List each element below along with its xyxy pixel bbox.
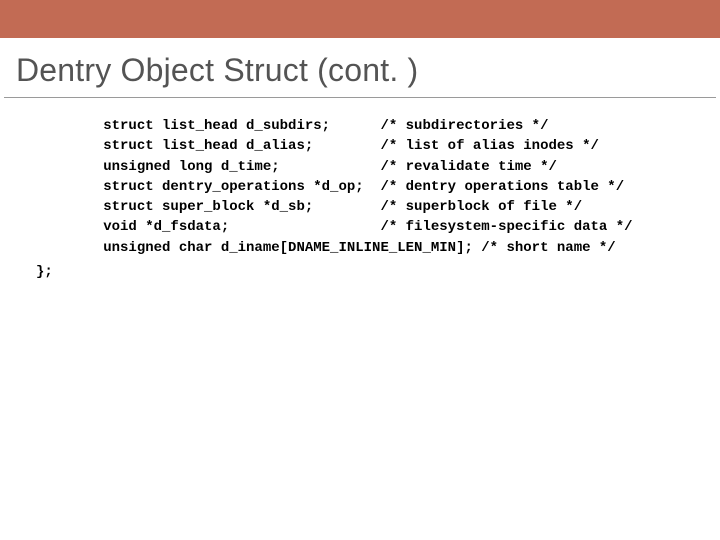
code-block: struct list_head d_subdirs; /* subdirect…: [0, 98, 720, 258]
code-text: struct list_head d_subdirs; /* subdirect…: [36, 116, 720, 258]
slide: Dentry Object Struct (cont. ) struct lis…: [0, 0, 720, 540]
accent-bar: [0, 0, 720, 38]
slide-title: Dentry Object Struct (cont. ): [0, 38, 720, 97]
struct-close: };: [0, 258, 720, 280]
